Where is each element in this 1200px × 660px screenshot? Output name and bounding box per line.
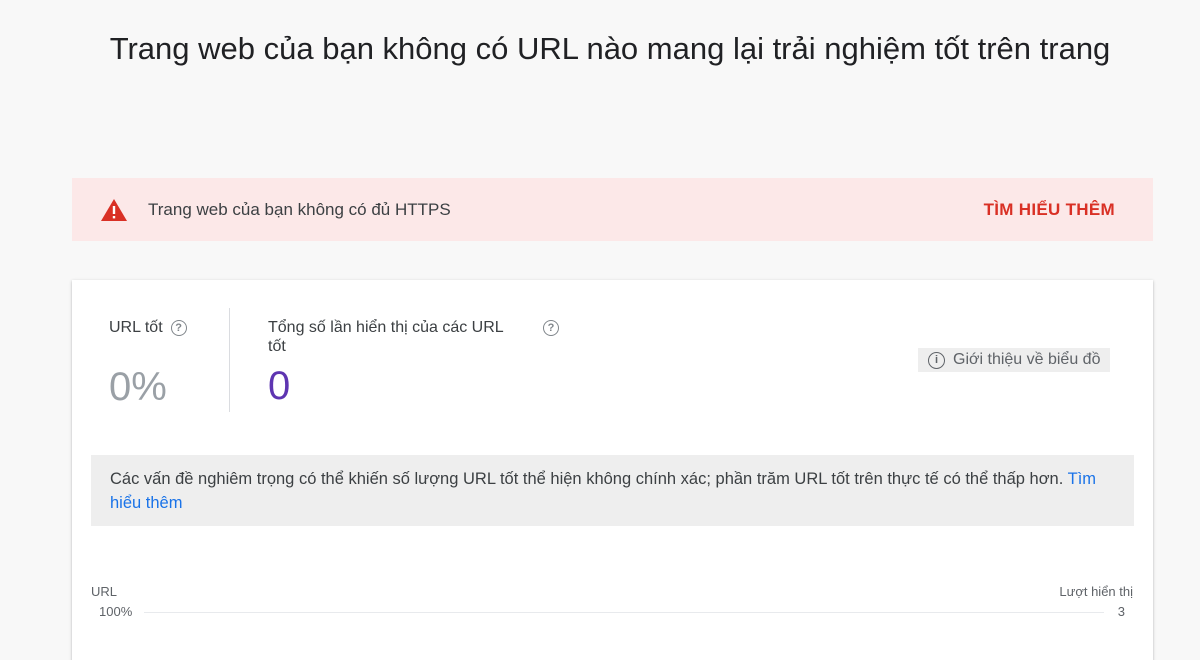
page-title: Trang web của bạn không có URL nào mang … xyxy=(109,31,1111,66)
help-icon[interactable]: ? xyxy=(170,320,187,336)
impressions-label: Tổng số lần hiển thị của các URL tốt xyxy=(268,319,504,355)
about-chart-button[interactable]: i Giới thiệu về biểu đồ xyxy=(918,348,1111,372)
overview-card: URL tốt ? 0% Tổng số lần hiển thị của cá… xyxy=(72,280,1153,660)
alert-message: Trang web của bạn không có đủ HTTPS xyxy=(148,199,451,219)
notice-text: Các vấn đề nghiêm trọng có thể khiến số … xyxy=(110,470,1064,488)
impressions-value: 0 xyxy=(268,364,291,408)
about-chart-label: Giới thiệu về biểu đồ xyxy=(953,351,1101,368)
good-urls-label-row: URL tốt ? xyxy=(109,318,229,337)
impressions-metric: Tổng số lần hiển thị của các URL tốt ? 0 xyxy=(268,318,568,408)
left-axis-title: URL xyxy=(91,584,118,599)
left-axis-top-tick: 100% xyxy=(99,604,133,619)
good-urls-metric: URL tốt ? 0% xyxy=(109,318,229,409)
good-urls-label: URL tốt xyxy=(109,319,163,336)
help-icon[interactable]: ? xyxy=(543,320,559,336)
metric-divider xyxy=(229,308,230,412)
accuracy-notice: Các vấn đề nghiêm trọng có thể khiến số … xyxy=(91,455,1134,526)
page: Trang web của bạn không có URL nào mang … xyxy=(0,0,1200,660)
impressions-label-row: Tổng số lần hiển thị của các URL tốt ? xyxy=(268,318,568,356)
good-urls-value: 0% xyxy=(109,365,167,409)
right-axis-title: Lượt hiển thị xyxy=(1059,584,1133,599)
https-alert-banner: Trang web của bạn không có đủ HTTPS TÌM … xyxy=(72,178,1153,241)
learn-more-link[interactable]: TÌM HIỂU THÊM xyxy=(984,200,1115,220)
info-icon: i xyxy=(928,351,945,369)
chart-gridline xyxy=(144,612,1104,613)
warning-icon xyxy=(101,198,127,221)
right-axis-top-tick: 3 xyxy=(1117,604,1125,619)
